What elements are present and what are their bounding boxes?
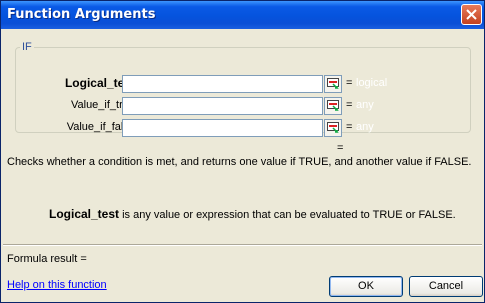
arg-equals: = <box>346 121 353 133</box>
help-link[interactable]: Help on this function <box>7 279 107 291</box>
collapse-dialog-icon <box>327 122 339 133</box>
divider <box>3 244 482 246</box>
value-if-false-input[interactable] <box>122 119 323 137</box>
close-icon <box>466 9 477 20</box>
arg-equals: = <box>346 77 353 89</box>
collapse-dialog-icon <box>327 100 339 111</box>
arg-type-hint: any <box>356 121 374 133</box>
collapse-dialog-button[interactable] <box>324 119 342 137</box>
collapse-dialog-button[interactable] <box>324 97 342 115</box>
title-bar[interactable]: Function Arguments <box>1 1 484 29</box>
arg-row-value-if-true: Value_if_true = any <box>16 97 472 115</box>
arg-row-logical-test: Logical_test = logical <box>16 75 472 93</box>
logical-test-input[interactable] <box>122 75 323 93</box>
formula-result: Formula result = <box>7 253 87 265</box>
collapse-dialog-icon <box>327 78 339 89</box>
argument-help-text: is any value or expression that can be e… <box>119 209 456 221</box>
ok-button[interactable]: OK <box>329 276 403 297</box>
value-if-true-input[interactable] <box>122 97 323 115</box>
arg-equals: = <box>346 99 353 111</box>
argument-description: Logical_test is any value or expression … <box>49 207 479 221</box>
function-name-legend: IF <box>22 41 32 53</box>
argument-name: Logical_test <box>49 207 120 221</box>
function-args-group: IF Logical_test = logical Value_if_true <box>15 41 472 137</box>
function-result-equals: = <box>337 142 344 154</box>
arg-type-hint: logical <box>356 77 388 89</box>
arg-row-value-if-false: Value_if_false = any <box>16 119 472 137</box>
collapse-dialog-button[interactable] <box>324 75 342 93</box>
dialog-title: Function Arguments <box>7 7 156 22</box>
arg-type-hint: any <box>356 99 374 111</box>
function-arguments-dialog: Function Arguments IF Logical_test = log… <box>0 0 485 303</box>
function-description: Checks whether a condition is met, and r… <box>7 156 472 168</box>
close-button[interactable] <box>461 4 482 25</box>
cancel-button[interactable]: Cancel <box>409 276 483 297</box>
